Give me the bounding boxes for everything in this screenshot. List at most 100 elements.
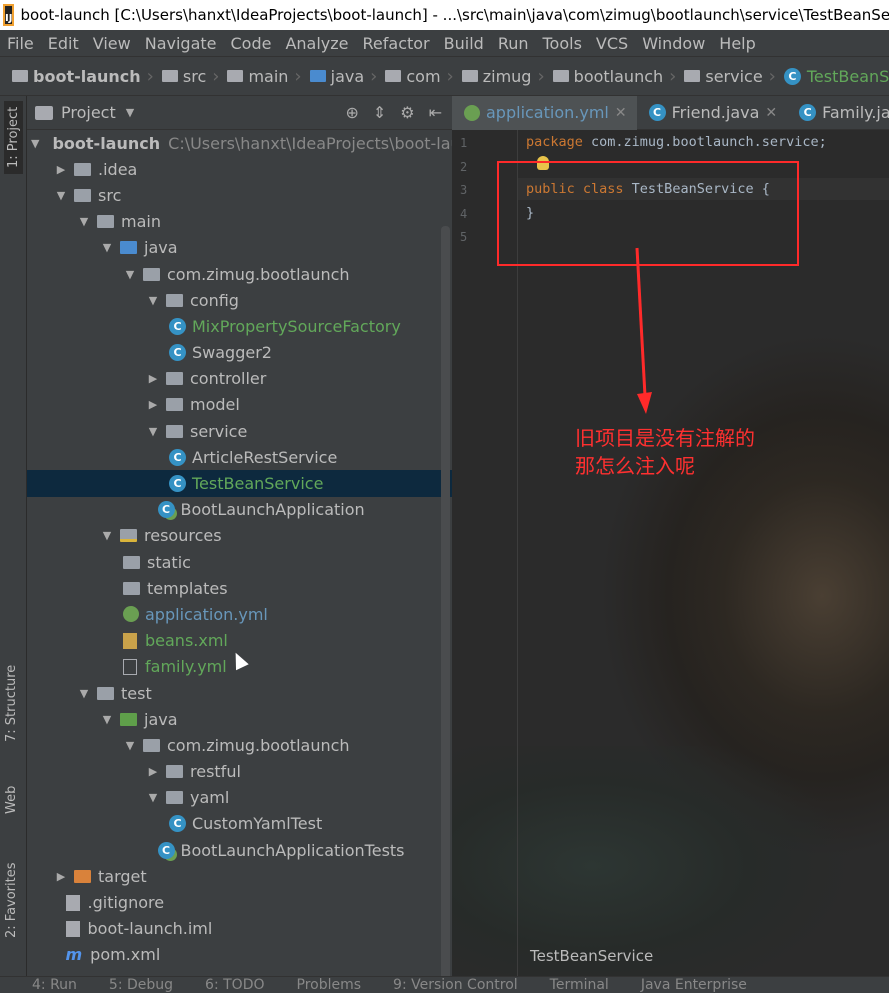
project-panel-title[interactable]: Project (61, 103, 116, 122)
tool-window-button[interactable]: Terminal (550, 977, 609, 993)
tree-item[interactable]: ▶ model (27, 392, 452, 418)
tool-window-button[interactable]: 9: Version Control (393, 977, 518, 993)
menu-bar: File Edit View Navigate Code Analyze Refactor B… (0, 30, 889, 56)
tree-item[interactable]: m pom.xml (27, 942, 452, 968)
tree-item[interactable]: ▼ main (27, 209, 452, 235)
project-scrollbar[interactable] (441, 226, 450, 976)
hide-panel-icon[interactable]: ⇤ (429, 103, 442, 122)
tool-window-button[interactable]: Java Enterprise (641, 977, 747, 993)
chevron-right-icon[interactable]: ▶ (146, 372, 160, 385)
chevron-down-icon[interactable]: ▼ (123, 739, 137, 752)
menu-navigate[interactable]: Navigate (138, 34, 224, 53)
tree-item[interactable]: ▼ resources (27, 523, 452, 549)
locate-icon[interactable]: ⊕ (345, 103, 358, 122)
menu-vcs[interactable]: VCS (589, 34, 635, 53)
package-icon (166, 424, 183, 438)
tree-root-path: C:\Users\hanxt\IdeaProjects\boot-laun (168, 133, 452, 153)
breadcrumb-item[interactable]: boot-launch › (12, 66, 162, 87)
menu-edit[interactable]: Edit (41, 34, 86, 53)
chevron-down-icon[interactable]: ▼ (146, 294, 160, 307)
tree-item[interactable]: C TestBeanService (27, 470, 452, 497)
tree-item[interactable]: ▼ test (27, 680, 452, 706)
chevron-down-icon[interactable]: ▼ (100, 713, 114, 726)
class-icon: C (783, 67, 801, 85)
tool-window-button[interactable]: 4: Run (32, 977, 77, 993)
menu-file[interactable]: File (0, 34, 41, 53)
collapse-all-icon[interactable]: ⇕ (373, 103, 386, 122)
tree-item[interactable]: C BootLaunchApplicationTests (27, 837, 452, 863)
tree-item[interactable]: boot-launch.iml (27, 916, 452, 942)
tree-item[interactable]: ▼ com.zimug.bootlaunch (27, 261, 452, 287)
editor-tab[interactable]: CFamily.java✕ (787, 96, 889, 130)
editor-tab[interactable]: C Friend.java ✕ (637, 96, 788, 130)
menu-refactor[interactable]: Refactor (356, 34, 437, 53)
menu-build[interactable]: Build (437, 34, 491, 53)
tool-window-button[interactable]: 5: Debug (109, 977, 173, 993)
chevron-down-icon[interactable]: ▼ (100, 241, 114, 254)
tree-item[interactable]: ▼ src (27, 182, 452, 208)
tool-window-button[interactable]: Problems (297, 977, 362, 993)
tree-item[interactable]: C Swagger2 (27, 340, 452, 366)
chevron-down-icon[interactable]: ▼ (126, 106, 134, 119)
chevron-right-icon[interactable]: ▶ (146, 398, 160, 411)
tool-window-button[interactable]: 6: TODO (205, 977, 264, 993)
chevron-right-icon[interactable]: ▶ (54, 870, 68, 883)
tree-item[interactable]: ▶ restful (27, 759, 452, 785)
chevron-down-icon[interactable]: ▼ (54, 189, 68, 202)
tree-item[interactable]: ▼ java (27, 235, 452, 261)
breadcrumb-item[interactable]: zimug › (461, 66, 553, 87)
breadcrumb-item[interactable]: bootlaunch › (552, 66, 685, 87)
menu-run[interactable]: Run (491, 34, 536, 53)
tree-root[interactable]: ▼ boot-launch C:\Users\hanxt\IdeaProject… (27, 130, 452, 156)
gear-icon[interactable]: ⚙ (400, 103, 414, 122)
tree-item[interactable]: ▶ .idea (27, 156, 452, 182)
menu-view[interactable]: View (86, 34, 138, 53)
menu-analyze[interactable]: Analyze (278, 34, 355, 53)
tree-item-label: com.zimug.bootlaunch (167, 735, 350, 755)
tree-item[interactable]: ▶ controller (27, 366, 452, 392)
tree-item[interactable]: static (27, 549, 452, 575)
tree-item[interactable]: C ArticleRestService (27, 444, 452, 470)
tree-item[interactable]: ▼ config (27, 287, 452, 313)
chevron-down-icon[interactable]: ▼ (77, 687, 91, 700)
menu-help[interactable]: Help (712, 34, 762, 53)
tree-item[interactable]: ▼ java (27, 706, 452, 732)
breadcrumb-item[interactable]: com › (385, 66, 461, 87)
package-icon (166, 791, 183, 805)
chevron-right-icon[interactable]: ▶ (54, 163, 68, 176)
tree-item[interactable]: ▼ service (27, 418, 452, 444)
breadcrumb-item[interactable]: java › (309, 66, 386, 87)
breadcrumb-item[interactable]: main › (227, 66, 309, 87)
web-tool-tab[interactable]: Web (4, 786, 19, 814)
structure-tool-tab[interactable]: 7: Structure (4, 665, 19, 742)
tree-item[interactable]: ▼ yaml (27, 785, 452, 811)
project-tool-tab[interactable]: 1: Project (4, 100, 23, 174)
tree-item[interactable]: ▶ target (27, 863, 452, 889)
chevron-down-icon[interactable]: ▼ (31, 137, 39, 150)
tree-item[interactable]: ▼ com.zimug.bootlaunch (27, 732, 452, 758)
tree-item[interactable]: templates (27, 575, 452, 601)
chevron-down-icon[interactable]: ▼ (146, 425, 160, 438)
breadcrumb-item[interactable]: service › (684, 66, 784, 87)
chevron-right-icon[interactable]: ▶ (146, 765, 160, 778)
menu-tools[interactable]: Tools (536, 34, 589, 53)
close-icon[interactable]: ✕ (615, 105, 627, 121)
breadcrumb-label: java (330, 66, 365, 86)
tree-item[interactable]: .gitignore (27, 889, 452, 915)
tree-item[interactable]: application.yml (27, 601, 452, 627)
breadcrumb-item[interactable]: src › (161, 66, 228, 87)
chevron-down-icon[interactable]: ▼ (123, 268, 137, 281)
breadcrumb-item[interactable]: C TestBeanService (783, 67, 889, 86)
chevron-down-icon[interactable]: ▼ (100, 529, 114, 542)
editor-tab[interactable]: application.yml ✕ (452, 96, 637, 130)
close-icon[interactable]: ✕ (765, 105, 777, 121)
chevron-down-icon[interactable]: ▼ (146, 791, 160, 804)
editor-breadcrumb-footer[interactable]: TestBeanService (530, 947, 653, 965)
menu-code[interactable]: Code (224, 34, 279, 53)
tree-item[interactable]: C CustomYamlTest (27, 811, 452, 837)
tree-item[interactable]: C MixPropertySourceFactory (27, 313, 452, 339)
menu-window[interactable]: Window (635, 34, 712, 53)
chevron-down-icon[interactable]: ▼ (77, 215, 91, 228)
tree-item[interactable]: C BootLaunchApplication (27, 497, 452, 523)
favorites-tool-tab[interactable]: 2: Favorites (4, 862, 19, 938)
